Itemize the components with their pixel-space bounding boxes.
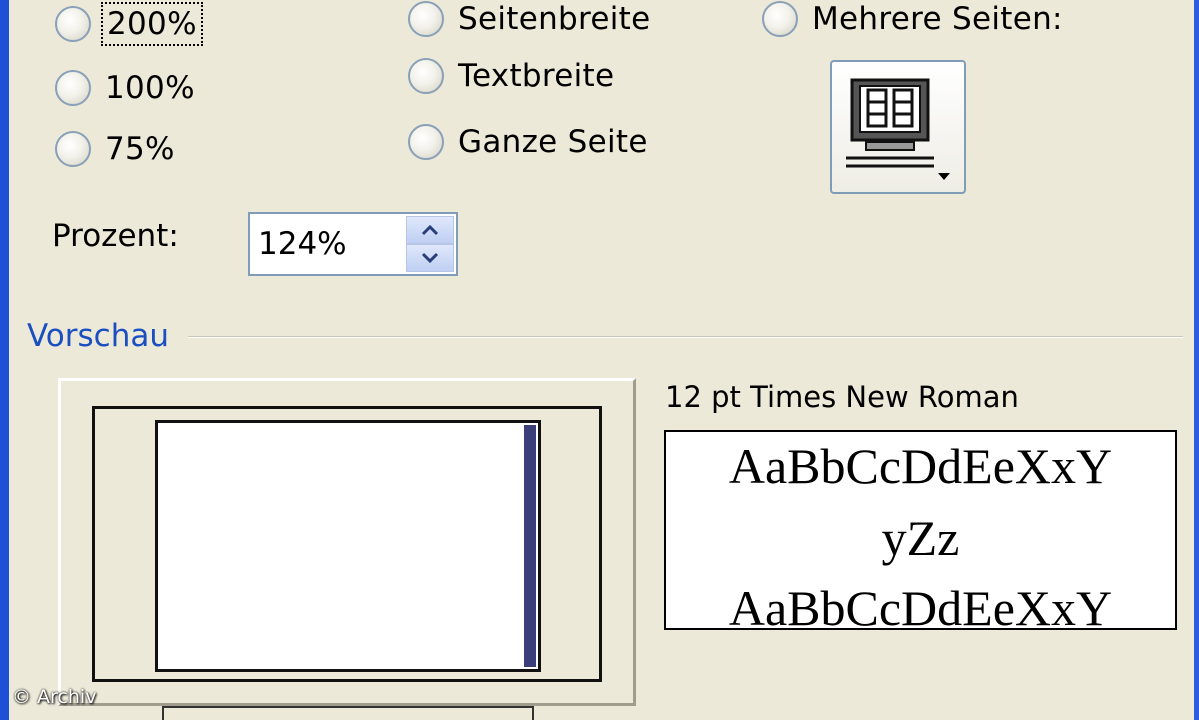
sample-line: AaBbCcDdEeXxY	[728, 580, 1113, 630]
prozent-label: Prozent:	[52, 218, 179, 254]
multi-page-button[interactable]	[830, 60, 966, 194]
radio-200-percent[interactable]: 200%	[55, 2, 203, 46]
radio-label: Textbreite	[458, 58, 615, 94]
radio-circle[interactable]	[55, 131, 91, 167]
radio-label: Seitenbreite	[458, 1, 651, 37]
dropdown-arrow-icon	[938, 173, 950, 180]
radio-circle[interactable]	[55, 6, 91, 42]
radio-mehrere-seiten[interactable]: Mehrere Seiten:	[762, 1, 1063, 37]
window-frame-right	[1194, 0, 1199, 720]
watermark: © Archiv	[12, 686, 97, 708]
preview-page	[155, 420, 541, 672]
font-label: 12 pt Times New Roman	[665, 380, 1019, 414]
radio-label: 200%	[101, 2, 203, 46]
multi-page-monitor-icon	[846, 78, 934, 168]
spin-up-button[interactable]	[406, 216, 454, 244]
radio-100-percent[interactable]: 100%	[55, 70, 195, 106]
spin-buttons	[406, 216, 454, 272]
radio-seitenbreite[interactable]: Seitenbreite	[408, 1, 651, 37]
chevron-down-icon	[421, 252, 439, 264]
radio-circle[interactable]	[55, 70, 91, 106]
radio-75-percent[interactable]: 75%	[55, 131, 175, 167]
window-frame-left	[0, 0, 9, 720]
radio-circle[interactable]	[408, 124, 444, 160]
spin-down-button[interactable]	[406, 244, 454, 272]
sample-line: yZz	[881, 510, 960, 566]
radio-label: Ganze Seite	[458, 124, 648, 160]
chevron-up-icon	[421, 224, 439, 236]
sample-line: AaBbCcDdEeXxY	[728, 438, 1113, 494]
percent-spin-input[interactable]: 124%	[248, 212, 458, 276]
preview-group-title: Vorschau	[27, 318, 169, 354]
radio-circle[interactable]	[408, 1, 444, 37]
radio-circle[interactable]	[762, 1, 798, 37]
percent-value[interactable]: 124%	[258, 226, 347, 262]
monitor-stand	[162, 706, 534, 720]
radio-textbreite[interactable]: Textbreite	[408, 58, 614, 94]
radio-label: 75%	[105, 131, 175, 167]
radio-label: Mehrere Seiten:	[812, 1, 1063, 37]
page-edge-shadow	[524, 425, 536, 667]
radio-circle[interactable]	[408, 58, 444, 94]
radio-label: 100%	[105, 70, 195, 106]
font-sample-box: AaBbCcDdEeXxY yZz AaBbCcDdEeXxY	[664, 430, 1177, 630]
group-divider	[188, 336, 1183, 338]
radio-ganze-seite[interactable]: Ganze Seite	[408, 124, 648, 160]
